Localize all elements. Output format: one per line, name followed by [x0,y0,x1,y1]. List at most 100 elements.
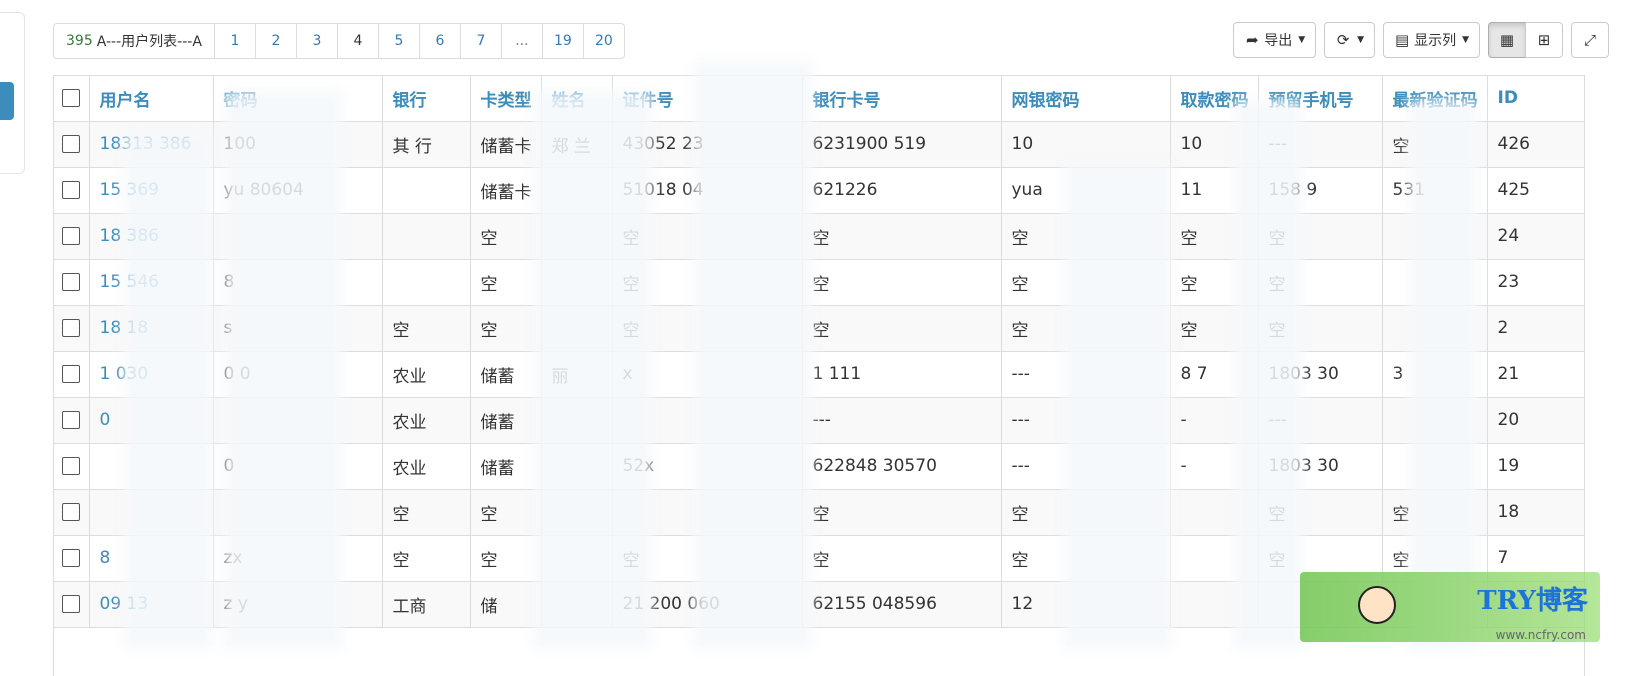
cell-phone: 空 [1258,213,1383,260]
select-all-cell [54,76,90,122]
page-19[interactable]: 19 [543,24,584,58]
cell-withdraw-password [1170,535,1259,582]
row-checkbox[interactable] [62,365,81,383]
cell-username[interactable]: 18 386 [89,213,214,260]
row-checkbox[interactable] [62,227,81,245]
table-row[interactable]: 0 农业 储蓄 --- --- - --- 20 [54,397,1584,444]
table-toolbar: ➦ 导出 ▼ ⟳ ▼ ▤ 显示列 ▼ ▦ ⊞ ⤢ [1233,22,1609,58]
cell-ebank-password: 空 [1001,305,1171,352]
cell-username[interactable]: 15 369 [89,167,214,214]
row-select-cell [54,121,90,168]
cell-bank [382,259,471,306]
list-icon: ▤ [1394,31,1410,49]
table-row[interactable]: 15 369 yu 80604 储蓄卡 51018 04 621226 yua 11 158 … [54,167,1584,214]
page-1[interactable]: 1 [215,24,256,58]
table-row[interactable]: 0 农业 储蓄 52x 622848 30570 --- -1803 30 19 [54,443,1584,490]
cell-username[interactable] [89,489,214,536]
export-button[interactable]: ➦ 导出 ▼ [1233,22,1317,58]
page-3[interactable]: 3 [297,24,338,58]
row-checkbox[interactable] [62,503,81,521]
cell-username[interactable]: 09 13 [89,581,214,628]
cell-id-number: 空 [612,213,803,260]
row-checkbox[interactable] [62,273,81,291]
col-username[interactable]: 用户名 [89,76,214,122]
page-6[interactable]: 6 [420,24,461,58]
col-name[interactable]: 姓名 [541,76,613,122]
table-row[interactable]: 15 546 8 空空空空空空 23 [54,259,1584,306]
sidebar-active-marker[interactable] [0,82,14,120]
refresh-button[interactable]: ⟳ ▼ [1324,22,1376,58]
caret-down-icon: ▼ [1357,35,1365,45]
select-all-checkbox[interactable] [62,89,81,108]
cell-latest-code [1382,213,1488,260]
cell-password [213,397,383,444]
col-password[interactable]: 密码 [213,76,383,122]
page-20[interactable]: 20 [584,24,624,58]
col-latest-code[interactable]: 最新验证码 [1382,76,1488,122]
page-4-current[interactable]: 4 [338,24,379,58]
cell-card-type: 储蓄 [470,351,542,398]
cell-id-number [612,489,803,536]
cell-card-type: 储蓄 [470,397,542,444]
row-checkbox[interactable] [62,549,81,567]
table-row[interactable]: 18 18 s 空空空空空空空 2 [54,305,1584,352]
cell-phone: --- [1258,397,1383,444]
cell-username[interactable] [89,443,214,490]
total-count: 395 A---用户列表---A [54,24,215,58]
page-7[interactable]: 7 [461,24,502,58]
cell-card-number: 621226 [802,167,1002,214]
row-checkbox[interactable] [62,411,81,429]
fullscreen-button[interactable]: ⤢ [1571,22,1609,58]
row-checkbox[interactable] [62,181,81,199]
cell-latest-code [1382,305,1488,352]
cell-name [541,581,613,628]
col-card-number[interactable]: 银行卡号 [802,76,1002,122]
row-checkbox[interactable] [62,457,81,475]
page-2[interactable]: 2 [256,24,297,58]
col-id-number[interactable]: 证件号 [612,76,803,122]
table-row[interactable]: 1 030 0 0 农业 储蓄丽 x 1 111 --- 8 7 1803 30 3 21 [54,351,1584,398]
cell-id: 21 [1487,351,1584,398]
refresh-icon: ⟳ [1336,31,1350,49]
row-checkbox[interactable] [62,595,81,613]
table-view-button[interactable]: ⊞ [1525,22,1563,58]
cell-username[interactable]: 1 030 [89,351,214,398]
cell-password [213,489,383,536]
cell-username[interactable]: 0 [89,397,214,444]
cell-phone: 158 9 [1258,167,1383,214]
cell-card-number: 622848 30570 [802,443,1002,490]
table-body: 18313 386 100 其 行储蓄卡郑 兰 43052 23 6231900 519… [54,121,1584,628]
card-view-button[interactable]: ▦ [1488,22,1526,58]
table-row[interactable]: 空空空空空空 18 [54,489,1584,536]
row-checkbox[interactable] [62,319,81,337]
table-row[interactable]: 18313 386 100 其 行储蓄卡郑 兰 43052 23 6231900 519… [54,121,1584,168]
pagination: 395 A---用户列表---A 1 2 3 4 5 6 7 ... 19 20 [53,23,625,59]
col-bank[interactable]: 银行 [382,76,471,122]
cell-latest-code: 531 [1382,167,1488,214]
cell-username[interactable]: 15 546 [89,259,214,306]
cell-id: 19 [1487,443,1584,490]
col-ebank-password[interactable]: 网银密码 [1001,76,1171,122]
cell-id-number: 空 [612,305,803,352]
cell-username[interactable]: 18313 386 [89,121,214,168]
cell-card-type: 储 [470,581,542,628]
cell-card-type: 储蓄卡 [470,167,542,214]
cell-username[interactable]: 8 [89,535,214,582]
cell-latest-code [1382,443,1488,490]
grid-large-icon: ▦ [1499,31,1515,49]
total-number: 395 [66,33,93,49]
page-5[interactable]: 5 [379,24,420,58]
table-row[interactable]: 18 386 空空空空空空 24 [54,213,1584,260]
page-ellipsis: ... [502,24,543,58]
col-phone[interactable]: 预留手机号 [1258,76,1383,122]
cell-card-type: 空 [470,305,542,352]
cell-name [541,397,613,444]
cell-name [541,443,613,490]
row-checkbox[interactable] [62,135,81,153]
cell-card-number: 空 [802,535,1002,582]
columns-button[interactable]: ▤ 显示列 ▼ [1383,22,1480,58]
col-id[interactable]: ID [1487,76,1584,122]
cell-username[interactable]: 18 18 [89,305,214,352]
col-card-type[interactable]: 卡类型 [470,76,542,122]
col-withdraw-password[interactable]: 取款密码 [1170,76,1259,122]
